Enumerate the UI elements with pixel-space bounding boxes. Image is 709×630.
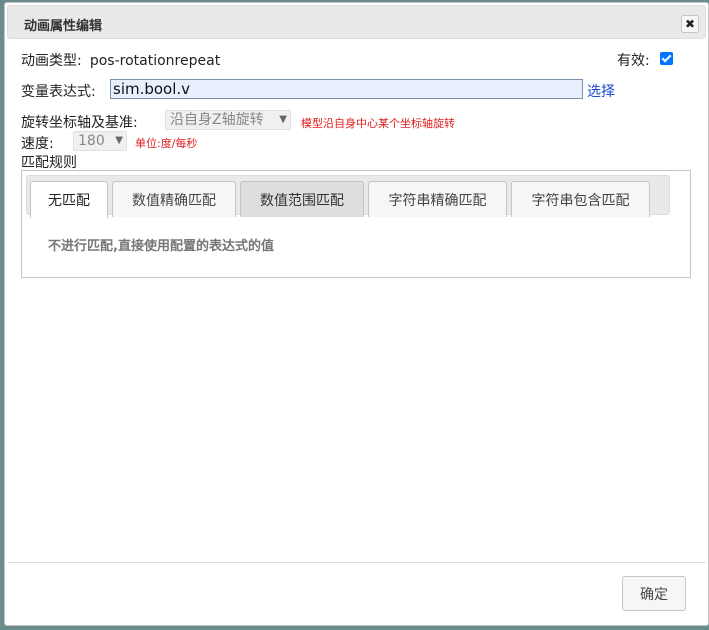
no-match-description: 不进行匹配,直接使用配置的表达式的值	[48, 239, 274, 254]
match-rules-label: 匹配规则	[21, 155, 77, 171]
dialog-titlebar[interactable]: 动画属性编辑 ✖	[7, 5, 706, 39]
expr-input[interactable]: sim.bool.v	[110, 79, 583, 99]
match-rules-panel: 无匹配 数值精确匹配 数值范围匹配 字符串精确匹配 字符串包含匹配 不进行匹配,…	[21, 170, 691, 278]
axis-label: 旋转坐标轴及基准:	[21, 115, 138, 131]
expr-label: 变量表达式:	[21, 84, 96, 100]
anim-type-label: 动画类型:	[21, 53, 82, 69]
speed-select-value: 180	[78, 133, 105, 149]
close-button[interactable]: ✖	[681, 15, 699, 33]
select-variable-link[interactable]: 选择	[587, 84, 615, 100]
tab-label: 字符串精确匹配	[388, 192, 487, 209]
axis-hint: 模型沿自身中心某个坐标轴旋转	[301, 117, 455, 130]
speed-hint: 单位:度/每秒	[135, 137, 198, 150]
ok-button[interactable]: 确定	[622, 576, 686, 611]
footer-divider	[7, 562, 706, 563]
tab-label: 数值精确匹配	[132, 192, 216, 209]
tab-string-exact[interactable]: 字符串精确匹配	[368, 181, 507, 217]
tab-label: 数值范围匹配	[260, 192, 344, 209]
tab-string-contains[interactable]: 字符串包含匹配	[511, 181, 650, 217]
chevron-down-icon: ▼	[115, 135, 123, 146]
chevron-down-icon: ▼	[279, 114, 287, 125]
speed-label: 速度:	[21, 136, 54, 152]
axis-select[interactable]: 沿自身Z轴旋转 ▼	[165, 110, 291, 130]
tab-label: 无匹配	[48, 193, 90, 209]
match-rules-tab-bar: 无匹配 数值精确匹配 数值范围匹配 字符串精确匹配 字符串包含匹配	[26, 175, 670, 218]
tab-no-match[interactable]: 无匹配	[30, 181, 108, 218]
axis-select-value: 沿自身Z轴旋转	[170, 112, 264, 128]
tab-numeric-range[interactable]: 数值范围匹配	[240, 181, 364, 217]
speed-select[interactable]: 180 ▼	[73, 131, 127, 151]
close-icon: ✖	[684, 17, 696, 31]
dialog-title: 动画属性编辑	[24, 19, 103, 34]
animation-property-dialog: 动画属性编辑 ✖ 动画类型: pos-rotationrepeat 有效: 变量…	[4, 2, 709, 626]
enabled-label: 有效:	[617, 53, 650, 69]
tab-numeric-exact[interactable]: 数值精确匹配	[112, 181, 236, 217]
enabled-checkbox[interactable]	[660, 52, 673, 65]
tab-label: 字符串包含匹配	[531, 192, 630, 209]
anim-type-value: pos-rotationrepeat	[89, 53, 221, 69]
ok-button-label: 确定	[640, 586, 668, 603]
